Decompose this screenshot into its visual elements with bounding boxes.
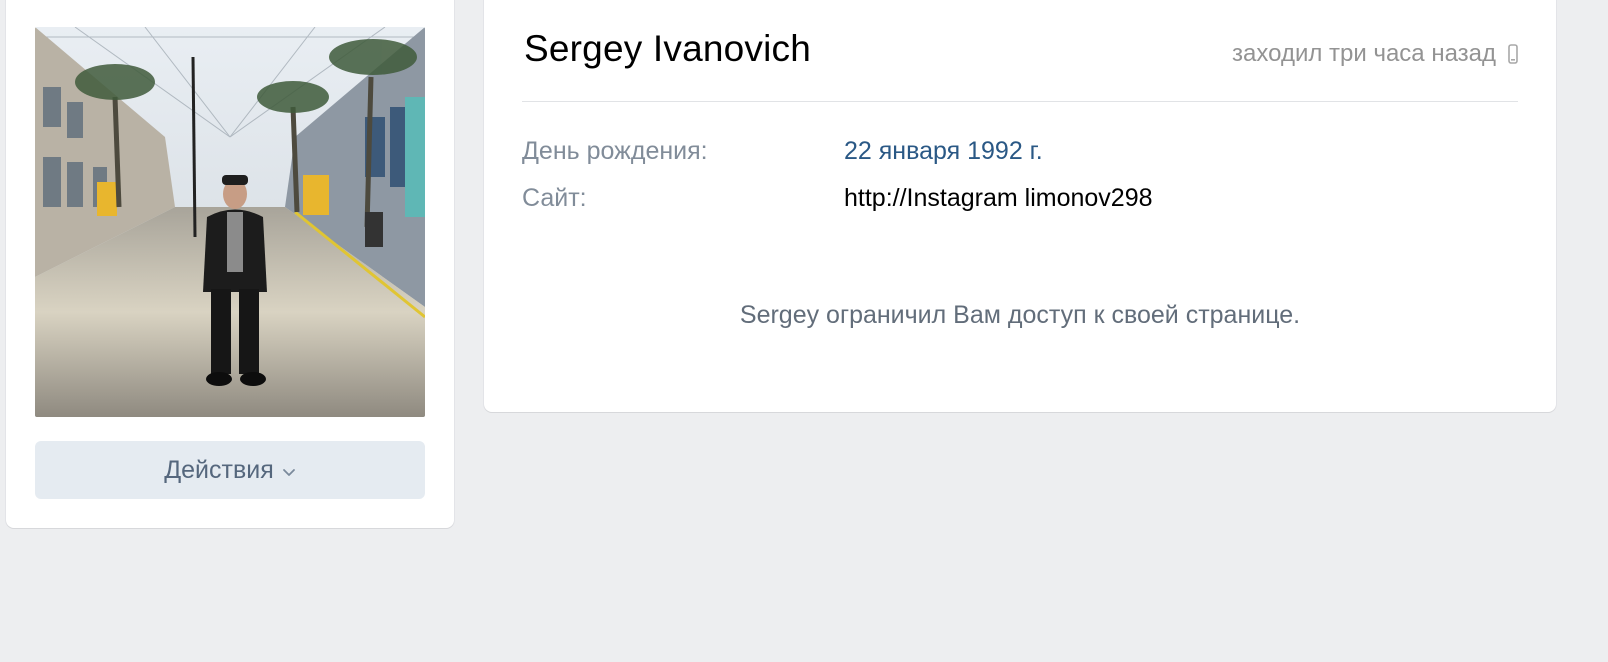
profile-photo[interactable] <box>35 27 425 417</box>
site-value: http://Instagram limonov298 <box>844 184 1153 212</box>
actions-button-label: Действия <box>164 455 274 484</box>
last-seen-text: заходил три часа назад <box>1232 40 1496 67</box>
last-seen-status: заходил три часа назад <box>1232 40 1518 68</box>
profile-photo-card: Действия <box>6 0 454 528</box>
profile-info-card: Sergey Ivanovich заходил три часа назад … <box>484 0 1556 412</box>
info-row-site: Сайт: http://Instagram limonov298 <box>522 184 1153 213</box>
info-label-birthday: День рождения: <box>522 137 708 165</box>
chevron-down-icon <box>282 469 295 476</box>
actions-button[interactable]: Действия <box>35 441 425 499</box>
restricted-access-message: Sergey ограничил Вам доступ к своей стра… <box>739 301 1301 329</box>
profile-name: Sergey Ivanovich <box>524 28 812 69</box>
header-divider <box>522 101 1518 102</box>
info-row-birthday: День рождения: 22 января 1992 г. <box>522 137 1043 166</box>
mobile-phone-icon <box>1508 44 1518 64</box>
info-label-site: Сайт: <box>522 184 587 212</box>
birthday-link[interactable]: 22 января 1992 г. <box>844 137 1043 166</box>
